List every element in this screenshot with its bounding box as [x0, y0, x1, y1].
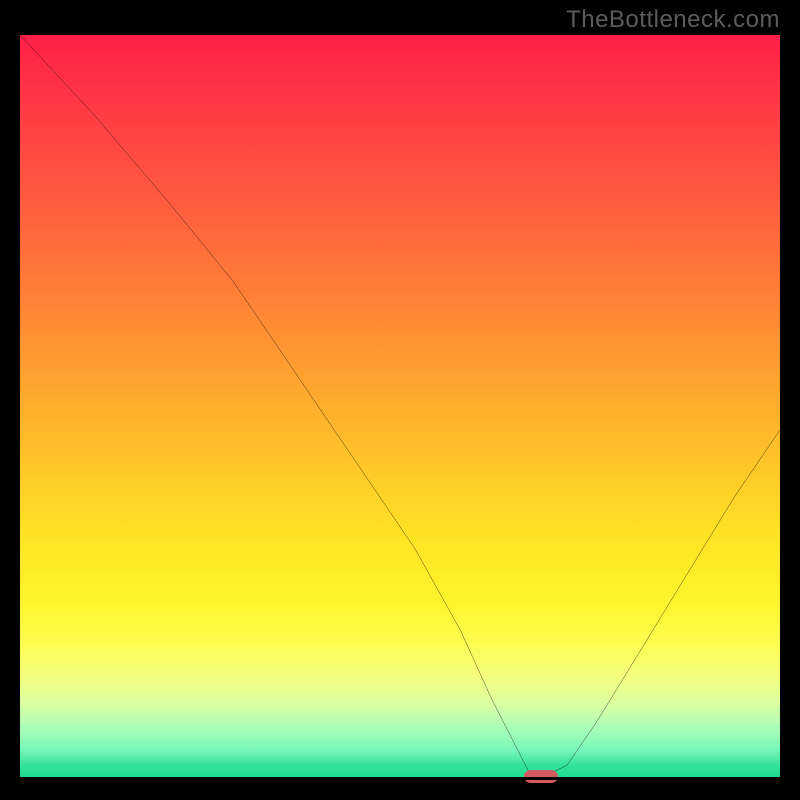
bottleneck-curve [20, 35, 780, 780]
plot-area [20, 35, 780, 780]
curve-path [20, 35, 780, 773]
x-axis-baseline [20, 777, 780, 780]
chart-frame: TheBottleneck.com [0, 0, 800, 800]
watermark-label: TheBottleneck.com [566, 6, 780, 34]
